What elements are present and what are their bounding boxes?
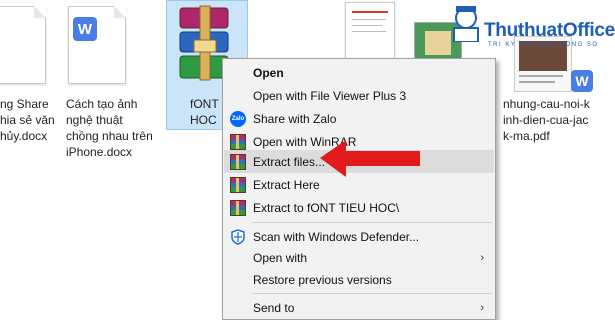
menu-item-open[interactable]: Open bbox=[224, 61, 494, 84]
docx-file-icon[interactable]: W bbox=[68, 6, 126, 84]
winrar-icon bbox=[230, 199, 246, 216]
menu-item-label: Extract Here bbox=[253, 177, 320, 192]
mascot-icon bbox=[453, 6, 479, 42]
brand-subtitle: TRI KY CUA DAN CONG SO bbox=[488, 42, 599, 48]
menu-item-label: Share with Zalo bbox=[253, 111, 337, 126]
brand-logo: ThuthuatOffice TRI KY CUA DAN CONG SO bbox=[448, 6, 615, 56]
menu-item-send-to[interactable]: Send to › bbox=[224, 296, 494, 319]
menu-item-label: Extract files... bbox=[253, 154, 326, 169]
winrar-icon bbox=[230, 153, 246, 170]
file-name[interactable]: Cách tạo ảnh nghệ thuật chồng nhau trên … bbox=[66, 96, 166, 160]
menu-item-label: Open with bbox=[253, 250, 308, 265]
menu-item-label: Scan with Windows Defender... bbox=[253, 229, 420, 244]
wps-writer-icon: W bbox=[571, 70, 593, 92]
menu-item-label: Open bbox=[253, 65, 284, 80]
menu-separator bbox=[252, 222, 492, 223]
submenu-arrow-icon: › bbox=[480, 301, 484, 314]
context-menu: Open Open with File Viewer Plus 3 Zalo S… bbox=[222, 58, 496, 320]
windows-defender-shield-icon bbox=[230, 228, 246, 245]
menu-separator bbox=[252, 293, 492, 294]
menu-item-share-with-zalo[interactable]: Zalo Share with Zalo bbox=[224, 107, 494, 130]
menu-item-label: Open with File Viewer Plus 3 bbox=[253, 88, 407, 103]
menu-item-label: Send to bbox=[253, 300, 295, 315]
zalo-icon: Zalo bbox=[230, 110, 246, 127]
page-fold bbox=[114, 6, 126, 18]
zalo-badge: Zalo bbox=[230, 110, 246, 127]
winrar-icon bbox=[230, 176, 246, 193]
red-pointer-arrow-icon bbox=[320, 140, 420, 177]
menu-item-extract-to-folder[interactable]: Extract to fONT TIEU HOC\ bbox=[224, 196, 494, 219]
docx-file-icon[interactable] bbox=[0, 6, 46, 84]
wps-writer-icon: W bbox=[73, 17, 97, 41]
menu-item-label: Restore previous versions bbox=[253, 272, 392, 287]
file-name[interactable]: nhung-cau-noi-k inh-dien-cua-jac k-ma.pd… bbox=[503, 96, 615, 144]
winrar-icon bbox=[230, 133, 246, 150]
menu-item-label: Extract to fONT TIEU HOC\ bbox=[253, 200, 400, 215]
page-fold bbox=[34, 6, 46, 18]
menu-item-restore-previous-versions[interactable]: Restore previous versions bbox=[224, 268, 494, 291]
menu-item-open-with-file-viewer[interactable]: Open with File Viewer Plus 3 bbox=[224, 84, 494, 107]
brand-title: ThuthuatOffice bbox=[484, 20, 615, 41]
menu-item-open-with[interactable]: Open with › bbox=[224, 246, 494, 269]
file-name[interactable]: ng Share hia sẻ văn hủy.docx bbox=[0, 96, 60, 144]
submenu-arrow-icon: › bbox=[480, 251, 484, 264]
menu-item-scan-windows-defender[interactable]: Scan with Windows Defender... bbox=[224, 225, 494, 248]
